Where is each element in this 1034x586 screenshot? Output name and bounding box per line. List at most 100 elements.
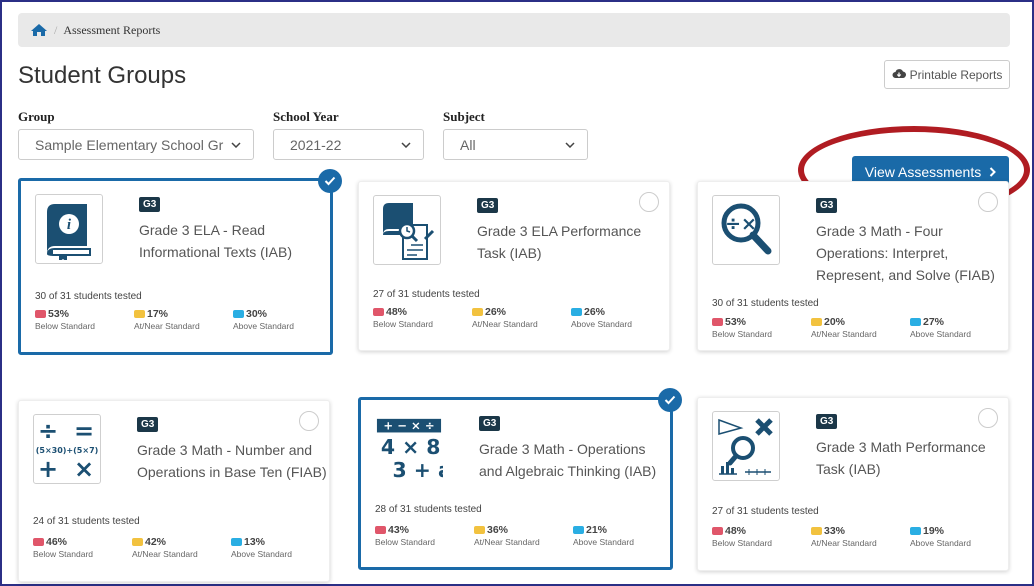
group-select[interactable]: Sample Elementary School Gr [18,129,254,160]
below-label: Below Standard [373,319,434,329]
below-swatch [35,310,46,318]
tested-count: 30 of 31 students tested [712,298,819,309]
card-title: Grade 3 Math - Number and Operations in … [137,442,327,480]
svg-text:3 + a: 3 + a [392,458,443,482]
breadcrumb-separator: / [54,22,58,37]
above-swatch [233,310,244,318]
above-label: Above Standard [910,329,971,339]
above-label: Above Standard [571,319,632,329]
stats-row: 53% Below Standard 20% At/Near Standard 27… [712,316,1002,339]
above-value: 30% [246,308,268,320]
above-label: Above Standard [910,538,971,548]
above-swatch [571,308,582,316]
near-swatch [474,526,485,534]
near-value: 20% [824,316,846,328]
assessment-card[interactable]: ÷ = (5×30)+(5×7) + × G3 Grade 3 Math - N… [18,400,330,582]
svg-text:÷×: ÷× [725,213,757,235]
stats-row: 48% Below Standard 26% At/Near Standard 26… [373,306,663,329]
subject-select[interactable]: All [443,129,588,160]
school-year-select[interactable]: 2021-22 [273,129,424,160]
grade-badge: G3 [816,198,838,213]
assessment-card[interactable]: + − × ÷ 4 × 8 3 + a G3 Grade 3 Math - Op… [358,388,682,570]
below-label: Below Standard [33,549,94,559]
above-value: 21% [586,524,608,536]
above-standard-stat: 19% Above Standard [910,525,1002,548]
assessment-card[interactable]: G3 Grade 3 ELA Performance Task (IAB) 27… [358,181,670,351]
card-title: Grade 3 Math Performance Task (IAB) [816,439,986,477]
group-label: Group [18,109,55,124]
card-title: Grade 3 ELA Performance Task (IAB) [477,223,642,261]
below-standard-stat: 48% Below Standard [373,306,465,329]
near-standard-stat: 33% At/Near Standard [811,525,903,548]
four-operations-magnifier-icon: ÷× [712,195,780,265]
assessment-card[interactable]: ÷× G3 Grade 3 Math - Four Operations: In… [697,181,1009,351]
assessment-card[interactable]: i G3 Grade 3 ELA - Read Informational Te… [18,169,342,355]
near-value: 26% [485,306,507,318]
view-assessments-label: View Assessments [864,164,982,180]
breadcrumb: / Assessment Reports [18,13,1010,47]
above-label: Above Standard [573,537,634,547]
card-title: Grade 3 Math - Four Operations: Interpre… [816,223,995,283]
below-label: Below Standard [375,537,436,547]
above-standard-stat: 26% Above Standard [571,306,663,329]
stats-row: 43% Below Standard 36% At/Near Standard 21… [375,524,665,547]
select-radio[interactable] [299,411,319,431]
near-swatch [811,527,822,535]
below-standard-stat: 48% Below Standard [712,525,804,548]
above-label: Above Standard [233,321,294,331]
selected-check-icon[interactable] [318,169,342,193]
below-standard-stat: 46% Below Standard [33,536,125,559]
math-performance-magnifier-icon [712,411,780,481]
below-value: 43% [388,524,410,536]
card-title: Grade 3 ELA - Read Informational Texts (… [139,222,293,260]
above-value: 27% [923,316,945,328]
below-swatch [712,527,723,535]
home-icon[interactable] [30,23,48,37]
breadcrumb-current: Assessment Reports [63,22,161,37]
select-radio[interactable] [639,192,659,212]
tested-count: 30 of 31 students tested [35,291,142,302]
cloud-download-icon [892,68,906,82]
card-title: Grade 3 Math - Operations and Algebraic … [479,441,657,479]
svg-text:+ − × ÷: + − × ÷ [383,419,434,433]
math-operators-icon: ÷ = (5×30)+(5×7) + × [33,414,101,484]
grade-badge: G3 [139,197,161,212]
subject-select-value: All [460,136,476,153]
svg-text:(5×30)+(5×7): (5×30)+(5×7) [36,446,98,455]
below-swatch [373,308,384,316]
stats-row: 53% Below Standard 17% At/Near Standard 30… [35,308,325,331]
near-swatch [472,308,483,316]
above-swatch [573,526,584,534]
near-standard-stat: 20% At/Near Standard [811,316,903,339]
select-radio[interactable] [978,408,998,428]
above-standard-stat: 30% Above Standard [233,308,325,331]
stats-row: 48% Below Standard 33% At/Near Standard 19… [712,525,1002,548]
tested-count: 27 of 31 students tested [373,289,480,300]
near-value: 42% [145,536,167,548]
above-value: 26% [584,306,606,318]
below-value: 46% [46,536,68,548]
above-swatch [231,538,242,546]
below-standard-stat: 53% Below Standard [712,316,804,339]
below-swatch [712,318,723,326]
printable-reports-button[interactable]: Printable Reports [884,60,1010,89]
assessment-card[interactable]: G3 Grade 3 Math Performance Task (IAB) 2… [697,397,1009,571]
above-standard-stat: 27% Above Standard [910,316,1002,339]
near-value: 33% [824,525,846,537]
svg-text:4 × 8: 4 × 8 [381,435,441,459]
near-standard-stat: 36% At/Near Standard [474,524,566,547]
below-label: Below Standard [712,538,773,548]
printable-reports-label: Printable Reports [909,67,1003,82]
above-standard-stat: 21% Above Standard [573,524,665,547]
below-label: Below Standard [712,329,773,339]
chevron-right-icon [989,164,997,180]
above-value: 13% [244,536,266,548]
school-year-label: School Year [273,109,339,124]
select-radio[interactable] [978,192,998,212]
selected-check-icon[interactable] [658,388,682,412]
below-value: 53% [48,308,70,320]
above-value: 19% [923,525,945,537]
svg-text:×: × [74,455,94,481]
near-label: At/Near Standard [811,538,877,548]
near-swatch [811,318,822,326]
